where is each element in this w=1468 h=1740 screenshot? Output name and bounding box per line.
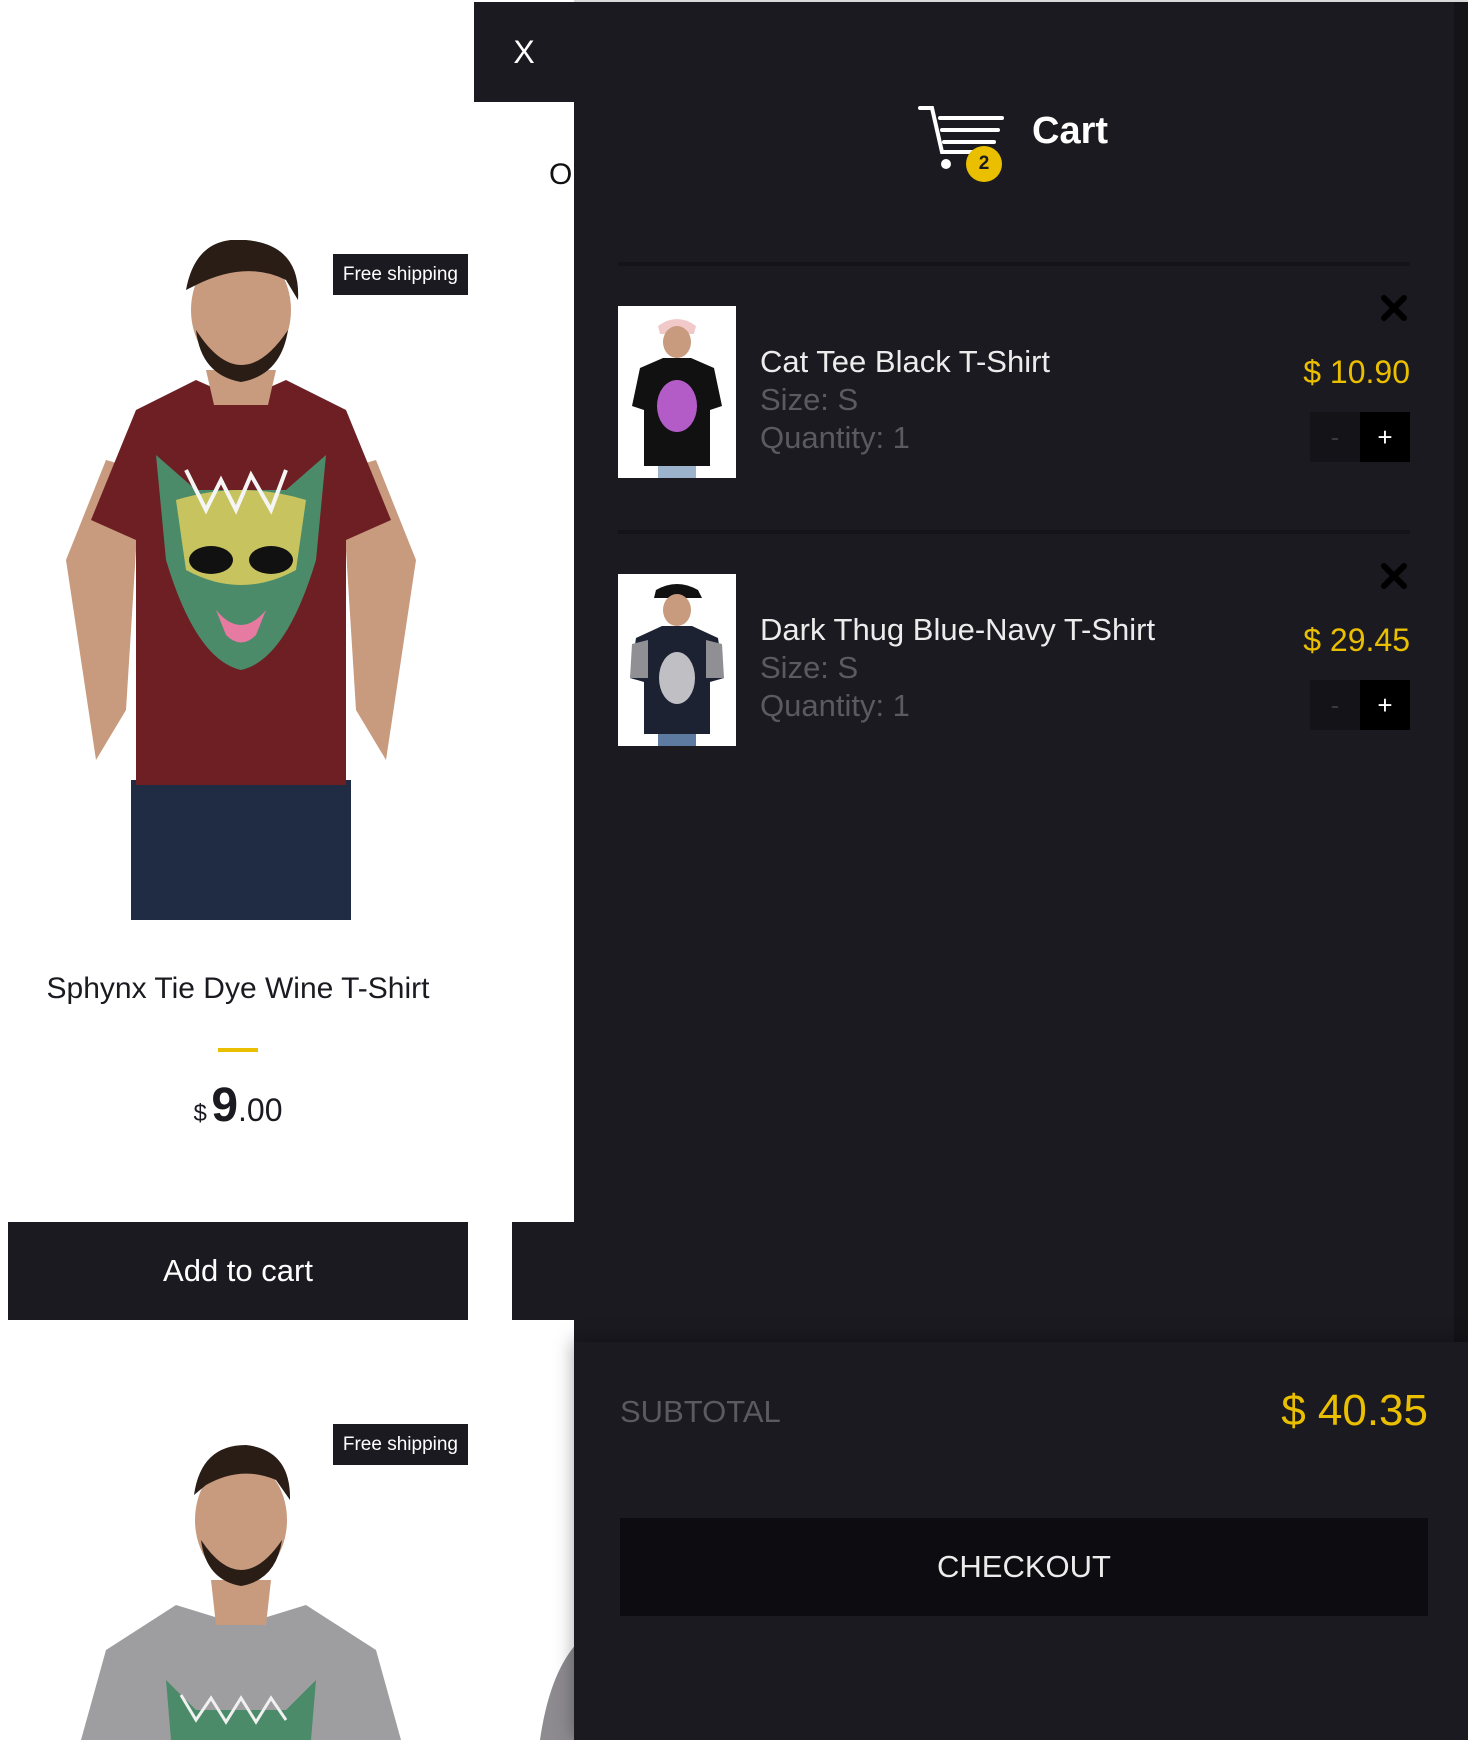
remove-item-button[interactable]	[1378, 292, 1410, 324]
cart-header: 2 Cart	[574, 82, 1468, 202]
close-icon	[1381, 563, 1407, 589]
price-decimal: .00	[238, 1092, 283, 1128]
close-cart-button[interactable]: X	[474, 2, 574, 102]
cart-item-quantity: Quantity: 1	[760, 420, 910, 455]
product-photo-navy-tshirt	[618, 574, 736, 746]
cart-title: Cart	[1032, 110, 1109, 152]
cart-item-name: Cat Tee Black T-Shirt	[760, 344, 1051, 379]
product-price: $ 9.00	[8, 1078, 468, 1133]
cart-panel: 2 Cart Cat Tee Black T-Shirt Size: S Qua…	[574, 2, 1468, 1740]
product-title[interactable]: Sphynx Tie Dye Wine T-Shirt	[38, 970, 438, 1008]
cart-footer: SUBTOTAL $ 40.35 CHECKOUT	[574, 1342, 1468, 1740]
cart-item-size: Size: S	[760, 650, 859, 685]
product-image-partial	[540, 1646, 574, 1740]
cart-item-thumbnail	[618, 574, 736, 746]
free-shipping-badge: Free shipping	[332, 254, 468, 295]
cart-count-badge: 2	[966, 146, 1002, 182]
increase-quantity-button[interactable]: +	[1360, 412, 1410, 462]
increase-quantity-button[interactable]: +	[1360, 680, 1410, 730]
subtotal-label: SUBTOTAL	[620, 1394, 781, 1429]
cart-item: Dark Thug Blue-Navy T-Shirt Size: S Quan…	[618, 530, 1410, 796]
cart-item-price: $ 10.90	[1303, 354, 1410, 390]
cart-item-price: $ 29.45	[1303, 622, 1410, 658]
page: O Free shipping Sphynx Tie Dye Wine T-Sh…	[0, 0, 1468, 1740]
subtotal-value: $ 40.35	[1281, 1386, 1428, 1435]
price-currency: $	[193, 1100, 207, 1127]
quantity-controls: - +	[1310, 680, 1410, 730]
product-photo-man-wine-tshirt	[46, 240, 436, 920]
free-shipping-badge: Free shipping	[332, 1424, 468, 1465]
remove-item-button[interactable]	[1378, 560, 1410, 592]
cart-item-thumbnail	[618, 306, 736, 478]
title-underline	[218, 1048, 258, 1052]
cart-scrollbar[interactable]	[1454, 2, 1468, 1342]
shop-product-grid: O Free shipping Sphynx Tie Dye Wine T-Sh…	[0, 0, 574, 1740]
decrease-quantity-button[interactable]: -	[1310, 680, 1360, 730]
cart-item-quantity: Quantity: 1	[760, 688, 910, 723]
decrease-quantity-button[interactable]: -	[1310, 412, 1360, 462]
product-photo-black-tshirt	[618, 306, 736, 478]
price-integer: 9	[211, 1079, 239, 1132]
cart-item-size: Size: S	[760, 382, 859, 417]
add-to-cart-button-partial[interactable]	[512, 1222, 574, 1320]
cart-item: Cat Tee Black T-Shirt Size: S Quantity: …	[618, 262, 1410, 528]
close-icon	[1381, 295, 1407, 321]
cart-item-name: Dark Thug Blue-Navy T-Shirt	[760, 612, 1156, 647]
shop-header-partial-text: O	[549, 158, 573, 191]
product-image[interactable]	[46, 240, 436, 920]
quantity-controls: - +	[1310, 412, 1410, 462]
checkout-button[interactable]: CHECKOUT	[620, 1518, 1428, 1616]
add-to-cart-button[interactable]: Add to cart	[8, 1222, 468, 1320]
